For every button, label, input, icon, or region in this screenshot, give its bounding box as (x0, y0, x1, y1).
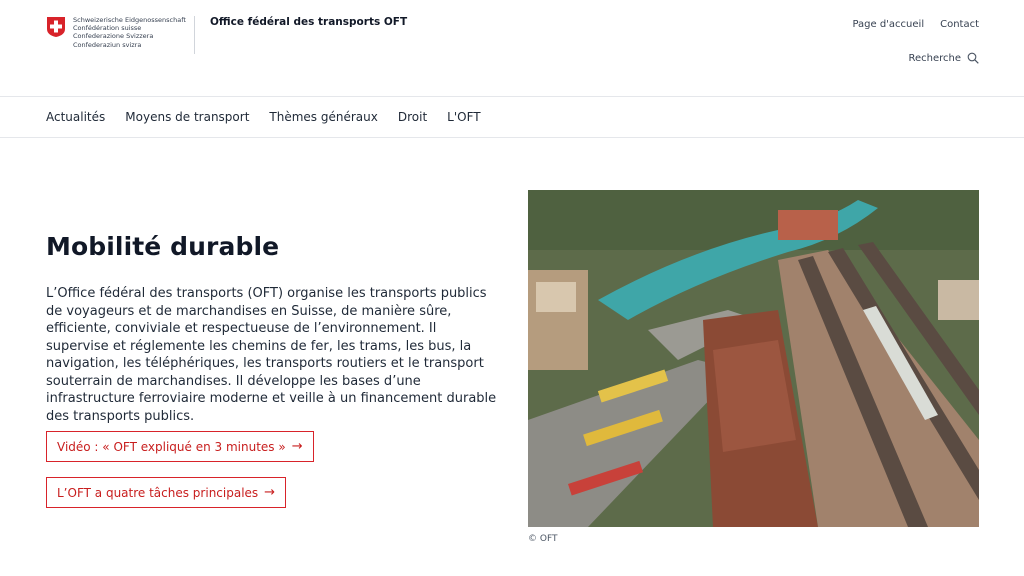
lead-paragraph: L’Office fédéral des transports (OFT) or… (46, 286, 497, 424)
brand-logo[interactable]: Schweizerische Eidgenossenschaft Confédé… (46, 16, 186, 49)
tasks-button-label: L’OFT a quatre tâches principales (57, 485, 259, 500)
nav-item-oft[interactable]: L'OFT (447, 110, 480, 124)
tasks-button[interactable]: L’OFT a quatre tâches principales → (46, 477, 287, 508)
search-button[interactable]: Recherche (908, 52, 979, 64)
hero-image (528, 190, 979, 527)
site-header: Schweizerische Eidgenossenschaft Confédé… (0, 0, 1024, 97)
main-navigation: Actualités Moyens de transport Thèmes gé… (0, 97, 1024, 138)
nav-item-actualites[interactable]: Actualités (46, 110, 105, 124)
video-button[interactable]: Vidéo : « OFT expliqué en 3 minutes » → (46, 431, 314, 462)
lang-fr: Confédération suisse (73, 24, 142, 33)
arrow-right-icon: → (264, 485, 276, 500)
header-divider (194, 16, 195, 54)
lang-de: Schweizerische Eidgenossenschaft (73, 16, 186, 24)
lang-rm: Confederaziun svizra (73, 40, 142, 49)
home-link[interactable]: Page d'accueil (852, 19, 924, 30)
nav-item-themes-generaux[interactable]: Thèmes généraux (269, 110, 377, 124)
office-name[interactable]: Office fédéral des transports OFT (210, 16, 407, 28)
swiss-cross-icon (46, 16, 66, 38)
contact-link[interactable]: Contact (940, 19, 979, 30)
image-credit: © OFT (528, 534, 558, 544)
video-button-label: Vidéo : « OFT expliqué en 3 minutes » (57, 439, 286, 454)
nav-item-droit[interactable]: Droit (398, 110, 427, 124)
nav-item-moyens-de-transport[interactable]: Moyens de transport (125, 110, 249, 124)
top-links: Page d'accueil Contact (852, 19, 979, 30)
page-title: Mobilité durable (46, 232, 280, 261)
lang-it: Confederazione Svizzera (73, 32, 154, 41)
arrow-right-icon: → (291, 439, 303, 454)
search-icon (967, 52, 979, 64)
search-label: Recherche (908, 52, 961, 64)
confederation-names: Schweizerische Eidgenossenschaft Confédé… (73, 16, 186, 49)
